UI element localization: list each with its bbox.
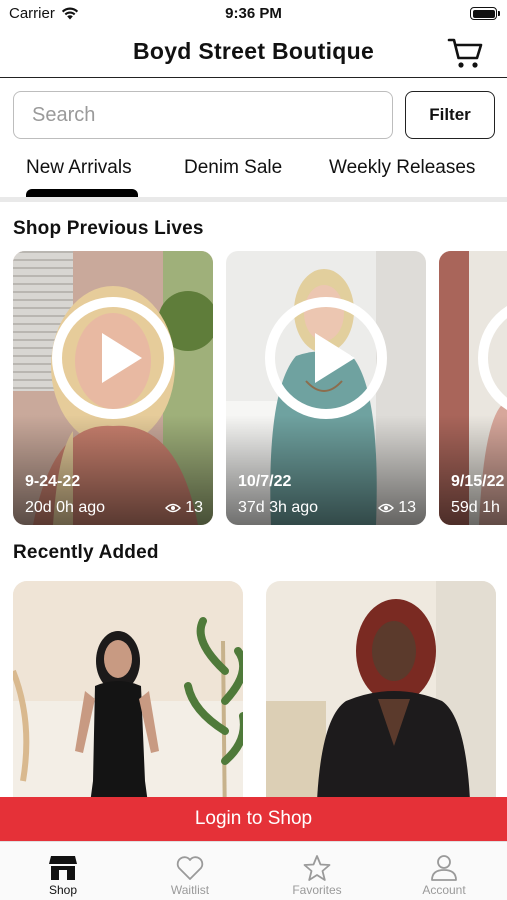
- storefront-icon: [49, 856, 77, 880]
- eye-icon: [378, 503, 395, 513]
- tabbar-label: Shop: [48, 883, 78, 897]
- login-to-shop-button[interactable]: Login to Shop: [0, 797, 507, 841]
- tab-denim-sale[interactable]: Denim Sale: [184, 157, 282, 179]
- view-count-value: 13: [185, 499, 203, 516]
- tabbar-item-waitlist[interactable]: Waitlist: [127, 842, 253, 900]
- section-title-previous-lives: Shop Previous Lives: [13, 218, 204, 239]
- filter-button[interactable]: Filter: [405, 91, 495, 139]
- live-view-count: 13: [378, 499, 416, 517]
- battery-icon: [470, 7, 500, 20]
- live-time-ago: 37d 3h ago: [238, 499, 319, 516]
- live-date: 9-24-22: [25, 473, 81, 490]
- tabbar-item-shop[interactable]: Shop: [0, 842, 126, 900]
- category-tabs: New Arrivals Denim Sale Weekly Releases: [0, 150, 507, 198]
- eye-icon: [165, 503, 182, 513]
- page-title: Boyd Street Boutique: [132, 38, 375, 64]
- cart-icon[interactable]: [447, 36, 485, 70]
- play-icon[interactable]: [265, 297, 387, 419]
- live-date: 9/15/22: [451, 473, 505, 490]
- bottom-tab-bar: Shop Waitlist Favorites Account: [0, 841, 507, 900]
- status-bar: Carrier 9:36 PM: [0, 0, 507, 28]
- tabbar-item-favorites[interactable]: Favorites: [254, 842, 380, 900]
- status-time: 9:36 PM: [225, 5, 282, 22]
- section-title-recently-added: Recently Added: [13, 542, 159, 563]
- tabbar-label: Waitlist: [170, 883, 210, 897]
- live-time-ago: 20d 0h ago: [25, 499, 106, 516]
- tabbar-item-account[interactable]: Account: [381, 842, 507, 900]
- live-video-card[interactable]: 10/7/22 37d 3h ago 13: [226, 251, 426, 525]
- view-count-value: 13: [398, 499, 416, 516]
- live-video-card[interactable]: 9/15/22 59d 1h: [439, 251, 507, 525]
- star-icon: [303, 855, 331, 881]
- tab-new-arrivals[interactable]: New Arrivals: [26, 157, 132, 179]
- tabbar-label: Favorites: [292, 883, 342, 897]
- live-time-ago: 59d 1h: [451, 499, 500, 516]
- tabbar-label: Account: [422, 883, 466, 897]
- person-icon: [431, 855, 457, 881]
- play-icon[interactable]: [52, 297, 174, 419]
- tab-weekly-releases[interactable]: Weekly Releases: [329, 157, 475, 179]
- live-date: 10/7/22: [238, 473, 292, 490]
- live-video-card[interactable]: 9-24-22 20d 0h ago 13: [13, 251, 213, 525]
- search-input[interactable]: [13, 91, 393, 139]
- app-header: Boyd Street Boutique: [0, 28, 507, 78]
- live-view-count: 13: [165, 499, 203, 517]
- heart-icon: [176, 856, 204, 880]
- tabs-divider: [0, 197, 507, 202]
